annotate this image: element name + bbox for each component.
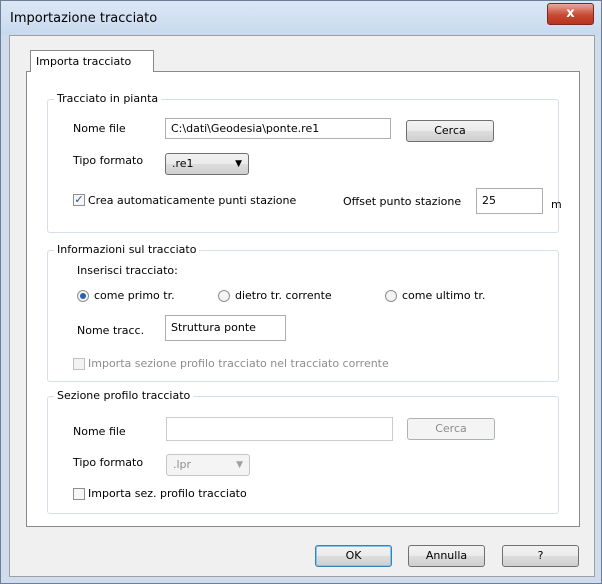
nome-tracc-input[interactable]: Struttura ponte [165,315,286,341]
window-title: Importazione tracciato [10,11,158,26]
annulla-button[interactable]: Annulla [408,545,485,567]
importa-sezione-checkbox[interactable] [73,358,85,370]
crea-punti-label: Crea automaticamente punti stazione [88,194,297,207]
importa-sez-label: Importa sez. profilo tracciato [88,487,247,500]
crea-punti-checkbox[interactable]: ✓ [73,194,85,206]
radio-come-ultimo-label: come ultimo tr. [402,289,486,302]
radio-come-primo-label: come primo tr. [94,289,175,302]
importa-sez-checkbox[interactable] [73,488,85,500]
close-icon: x [566,6,575,21]
chevron-down-icon: ▼ [236,460,243,470]
group-sezione-profilo: Sezione profilo tracciato Nome file Cerc… [47,389,559,514]
radio-dietro-corrente-label: dietro tr. corrente [235,289,332,302]
nome-tracc-label: Nome tracc. [77,324,145,337]
offset-input[interactable]: 25 [476,188,543,214]
close-button[interactable]: x [547,3,594,25]
group-informazioni-tracciato: Informazioni sul tracciato Inserisci tra… [47,243,559,382]
radio-dietro-corrente[interactable] [218,290,230,302]
tab-importa-tracciato[interactable]: Importa tracciato [30,50,154,72]
help-button[interactable]: ? [502,545,579,567]
group-title: Informazioni sul tracciato [54,243,200,256]
nome-file-input[interactable]: C:\dati\Geodesia\ponte.re1 [165,118,391,139]
cerca-button[interactable]: Cerca [406,120,494,142]
tipo-formato-label: Tipo formato [73,154,144,167]
sezione-tipo-formato-label: Tipo formato [73,456,144,469]
ok-button[interactable]: OK [315,545,392,567]
group-title: Tracciato in pianta [54,92,162,105]
sezione-tipo-formato-value: .lpr [173,458,192,471]
inserisci-label: Inserisci tracciato: [77,264,178,277]
radio-come-primo[interactable] [77,290,89,302]
nome-file-label: Nome file [73,122,126,135]
offset-unit: m [551,198,562,211]
dialog-client-area: Importa tracciato Tracciato in pianta No… [9,35,595,577]
sezione-nome-file-label: Nome file [73,425,126,438]
title-bar[interactable]: Importazione tracciato x [1,1,601,35]
checkmark-icon: ✓ [74,193,84,206]
tipo-formato-value: .re1 [172,157,194,170]
sezione-cerca-button[interactable]: Cerca [407,418,495,440]
tipo-formato-select[interactable]: .re1 ▼ [165,153,249,175]
tab-panel: Tracciato in pianta Nome file C:\dati\Ge… [26,71,580,527]
sezione-tipo-formato-select[interactable]: .lpr ▼ [166,454,250,476]
group-tracciato-pianta: Tracciato in pianta Nome file C:\dati\Ge… [47,92,562,233]
chevron-down-icon: ▼ [235,159,242,169]
group-title: Sezione profilo tracciato [54,389,194,402]
offset-label: Offset punto stazione [343,195,462,208]
importa-sezione-label: Importa sezione profilo tracciato nel tr… [88,357,389,370]
dialog-window: Importazione tracciato x Importa traccia… [0,0,602,584]
sezione-nome-file-input[interactable] [166,417,393,441]
radio-come-ultimo[interactable] [385,290,397,302]
